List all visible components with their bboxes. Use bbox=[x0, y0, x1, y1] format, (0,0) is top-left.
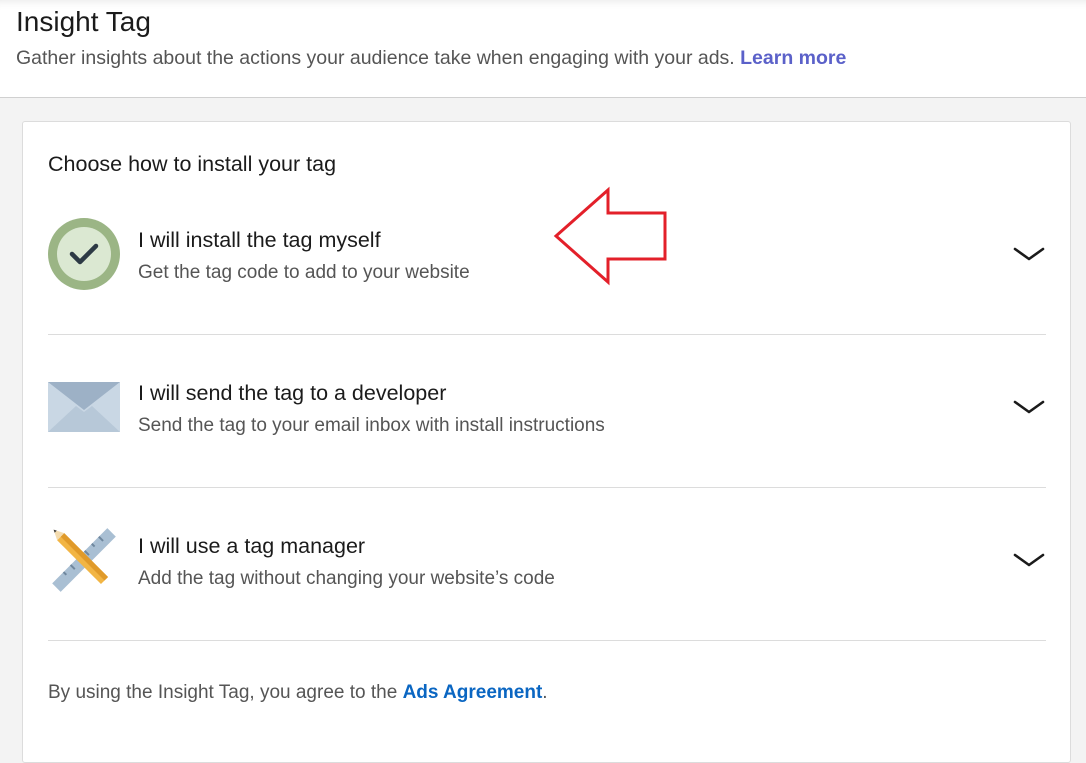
chevron-down-icon[interactable] bbox=[1012, 244, 1046, 264]
option-install-myself[interactable]: I will install the tag myself Get the ta… bbox=[48, 212, 1046, 342]
pencil-ruler-icon bbox=[48, 523, 120, 597]
option-title: I will use a tag manager bbox=[138, 534, 366, 558]
install-options-card: Choose how to install your tag I will in… bbox=[22, 121, 1071, 763]
envelope-icon bbox=[48, 370, 120, 444]
divider bbox=[48, 640, 1046, 641]
agreement-suffix: . bbox=[542, 682, 548, 703]
option-description: Add the tag without changing your websit… bbox=[138, 568, 555, 589]
option-tag-manager[interactable]: I will use a tag manager Add the tag wit… bbox=[48, 518, 1046, 648]
option-description: Send the tag to your email inbox with in… bbox=[138, 415, 605, 436]
option-send-to-developer[interactable]: I will send the tag to a developer Send … bbox=[48, 365, 1046, 495]
page-title: Insight Tag bbox=[16, 6, 151, 37]
annotation-arrow-icon bbox=[550, 186, 672, 286]
divider bbox=[48, 487, 1046, 488]
learn-more-link[interactable]: Learn more bbox=[740, 47, 846, 69]
option-title: I will send the tag to a developer bbox=[138, 381, 447, 405]
page-subtitle: Gather insights about the actions your a… bbox=[16, 47, 846, 70]
page-header: Insight Tag Gather insights about the ac… bbox=[0, 0, 1086, 98]
option-description: Get the tag code to add to your website bbox=[138, 262, 470, 283]
agreement-notice: By using the Insight Tag, you agree to t… bbox=[48, 682, 548, 704]
checkmark-circle-icon bbox=[48, 217, 120, 291]
section-heading: Choose how to install your tag bbox=[48, 152, 337, 176]
chevron-down-icon[interactable] bbox=[1012, 397, 1046, 417]
chevron-down-icon[interactable] bbox=[1012, 550, 1046, 570]
agreement-prefix: By using the Insight Tag, you agree to t… bbox=[48, 682, 403, 703]
divider bbox=[48, 334, 1046, 335]
ads-agreement-link[interactable]: Ads Agreement bbox=[403, 682, 543, 703]
subtitle-text: Gather insights about the actions your a… bbox=[16, 47, 735, 69]
option-title: I will install the tag myself bbox=[138, 228, 381, 252]
